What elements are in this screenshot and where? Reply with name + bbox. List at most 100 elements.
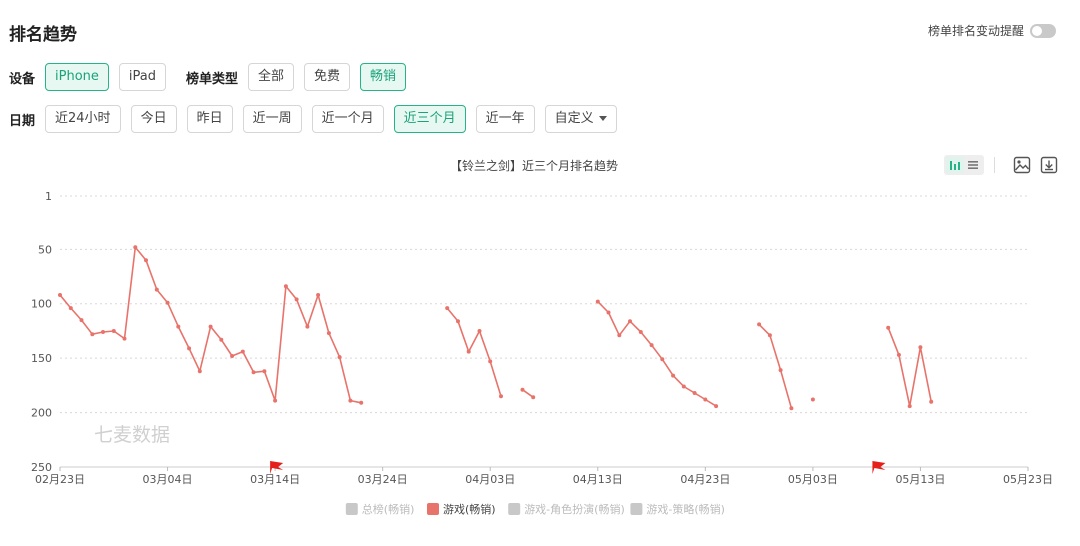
data-point[interactable] <box>703 397 708 402</box>
date-week-button[interactable]: 近一周 <box>242 105 302 133</box>
data-point[interactable] <box>606 310 611 315</box>
data-point[interactable] <box>251 370 256 375</box>
date-filter-row: 日期 近24小时 今日 昨日 近一周 近一个月 近三个月 近一年 自定义 <box>9 105 627 133</box>
legend-label[interactable]: 游戏-角色扮演(畅销) <box>524 502 625 516</box>
data-point[interactable] <box>778 368 783 373</box>
data-point[interactable] <box>326 331 331 336</box>
data-point[interactable] <box>101 330 105 334</box>
data-point[interactable] <box>58 293 62 297</box>
date-today-button[interactable]: 今日 <box>130 105 177 133</box>
data-point[interactable] <box>187 346 192 351</box>
data-point[interactable] <box>649 343 654 348</box>
data-point[interactable] <box>111 329 116 333</box>
date-3months-button[interactable]: 近三个月 <box>393 105 466 133</box>
chart-type-label: 榜单类型 <box>186 71 239 87</box>
series-line-segment <box>887 327 932 407</box>
legend-label[interactable]: 游戏(畅销) <box>443 502 496 516</box>
y-tick-label: 50 <box>38 243 52 256</box>
legend-label[interactable]: 游戏-策略(畅销) <box>646 502 725 516</box>
data-point[interactable] <box>499 394 503 399</box>
chart-title: 【铃兰之剑】近三个月排名趋势 <box>450 158 618 173</box>
device-ipad-button[interactable]: iPad <box>118 63 166 91</box>
data-point[interactable] <box>122 336 127 341</box>
data-point[interactable] <box>466 349 471 354</box>
data-point[interactable] <box>337 355 342 360</box>
data-point[interactable] <box>767 333 772 338</box>
y-tick-label: 150 <box>31 352 52 365</box>
data-point[interactable] <box>595 299 600 304</box>
date-custom-dropdown[interactable]: 自定义 <box>544 105 617 133</box>
data-point[interactable] <box>681 384 686 389</box>
date-year-button[interactable]: 近一年 <box>475 105 535 133</box>
data-point[interactable] <box>810 397 815 402</box>
x-tick-label: 05月03日 <box>788 473 838 486</box>
data-point[interactable] <box>886 325 891 330</box>
data-point[interactable] <box>348 398 353 403</box>
data-point[interactable] <box>176 324 181 329</box>
type-all-button[interactable]: 全部 <box>248 63 295 91</box>
data-point[interactable] <box>316 293 321 297</box>
date-24h-button[interactable]: 近24小时 <box>45 105 121 133</box>
data-point[interactable] <box>929 399 934 404</box>
data-point[interactable] <box>896 352 901 357</box>
data-point[interactable] <box>918 345 923 350</box>
date-yesterday-button[interactable]: 昨日 <box>186 105 233 133</box>
series-line-segment <box>758 323 793 409</box>
data-point[interactable] <box>165 300 170 305</box>
data-point[interactable] <box>907 404 912 409</box>
data-point[interactable] <box>359 400 364 405</box>
data-point[interactable] <box>714 404 719 409</box>
data-point[interactable] <box>692 391 697 395</box>
data-point[interactable] <box>477 329 482 333</box>
x-tick-label: 03月04日 <box>143 473 193 486</box>
device-type-filter-row: 设备 iPhone iPad 榜单类型 全部 免费 畅销 <box>9 63 416 91</box>
data-point[interactable] <box>660 357 665 362</box>
type-grossing-button[interactable]: 畅销 <box>360 63 407 91</box>
legend-label[interactable]: 总榜(畅销) <box>362 502 415 516</box>
data-point[interactable] <box>789 406 794 411</box>
rank-trend-chart: 【铃兰之剑】近三个月排名趋势 七麦数据 15010015020025002月23… <box>31 158 1053 516</box>
data-point[interactable] <box>133 245 138 250</box>
legend-swatch[interactable] <box>345 503 358 515</box>
legend-swatch[interactable] <box>630 503 643 515</box>
date-month-button[interactable]: 近一个月 <box>311 105 384 133</box>
y-tick-label: 200 <box>31 407 52 420</box>
x-tick-label: 04月23日 <box>680 473 730 486</box>
data-point[interactable] <box>520 387 525 392</box>
data-point[interactable] <box>531 395 536 400</box>
data-point[interactable] <box>219 337 224 342</box>
legend-swatch[interactable] <box>508 503 521 515</box>
data-point[interactable] <box>488 359 493 364</box>
data-point[interactable] <box>283 284 288 289</box>
data-point[interactable] <box>294 297 299 302</box>
data-point[interactable] <box>273 398 278 403</box>
data-point[interactable] <box>90 332 95 337</box>
data-point[interactable] <box>154 287 159 292</box>
rank-alert-label: 榜单排名变动提醒 <box>927 24 1024 38</box>
device-iphone-button[interactable]: iPhone <box>45 63 109 91</box>
data-point[interactable] <box>671 373 676 378</box>
data-point[interactable] <box>240 349 245 354</box>
data-point[interactable] <box>445 306 450 311</box>
data-point[interactable] <box>144 258 148 263</box>
data-point[interactable] <box>79 318 84 323</box>
data-point[interactable] <box>305 324 310 329</box>
data-point[interactable] <box>628 319 632 324</box>
data-point[interactable] <box>230 354 235 358</box>
type-free-button[interactable]: 免费 <box>304 63 351 91</box>
date-custom-label: 自定义 <box>554 111 594 126</box>
x-tick-label: 03月14日 <box>250 473 300 486</box>
rank-alert-toggle[interactable] <box>1030 23 1056 38</box>
legend-swatch[interactable] <box>427 503 439 515</box>
data-point[interactable] <box>208 324 213 329</box>
data-point[interactable] <box>262 369 267 374</box>
y-tick-label: 1 <box>45 190 52 203</box>
data-point[interactable] <box>617 333 622 338</box>
data-point[interactable] <box>757 322 762 327</box>
x-tick-label: 05月23日 <box>1003 473 1053 486</box>
data-point[interactable] <box>456 319 460 324</box>
data-point[interactable] <box>68 306 73 311</box>
data-point[interactable] <box>197 369 202 374</box>
data-point[interactable] <box>638 330 643 334</box>
x-tick-label: 03月24日 <box>358 473 408 486</box>
